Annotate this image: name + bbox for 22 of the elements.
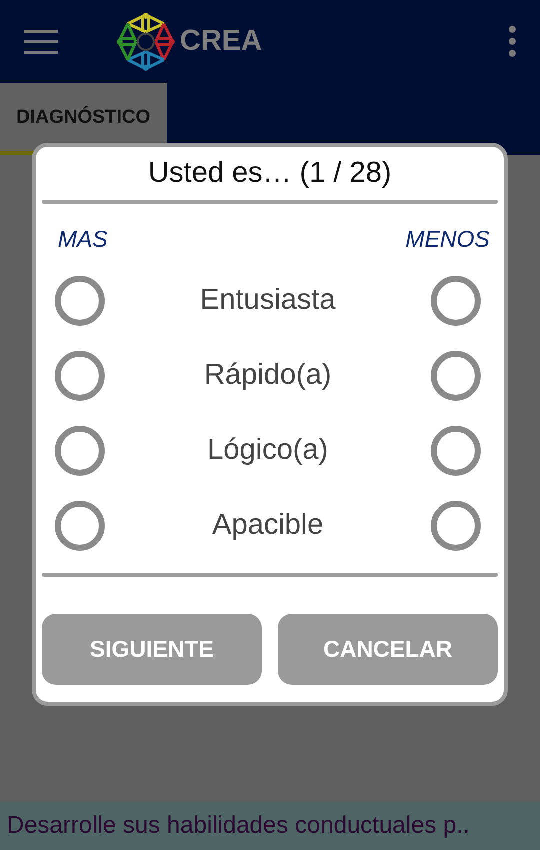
radio-button[interactable]	[431, 500, 481, 550]
menu-icon[interactable]	[24, 30, 58, 54]
trait-label: Lógico(a)	[206, 434, 330, 467]
radio-button[interactable]	[55, 350, 105, 400]
radio-button[interactable]	[55, 426, 105, 476]
trait-label: Entusiasta	[199, 284, 337, 317]
trait-label: Rápido(a)	[203, 359, 333, 392]
dialog-title: Usted es… (1 / 28)	[147, 157, 393, 190]
radio-button[interactable]	[55, 276, 105, 326]
trait-label: Apacible	[211, 509, 325, 542]
ad-banner[interactable]: Desarrolle sus habilidades conductuales p..	[0, 802, 540, 850]
radio-button[interactable]	[431, 426, 481, 476]
app-title: CREA	[180, 25, 262, 58]
dialog-button[interactable]: SIGUIENTE	[42, 614, 262, 685]
dialog-button[interactable]: CANCELAR	[278, 614, 498, 685]
column-heading: MENOS	[406, 226, 490, 253]
radio-button[interactable]	[431, 350, 481, 400]
radio-button[interactable]	[55, 500, 105, 550]
logo-icon	[116, 12, 176, 72]
radio-button[interactable]	[431, 276, 481, 326]
more-icon[interactable]	[509, 26, 516, 57]
column-heading: MAS	[58, 226, 108, 253]
